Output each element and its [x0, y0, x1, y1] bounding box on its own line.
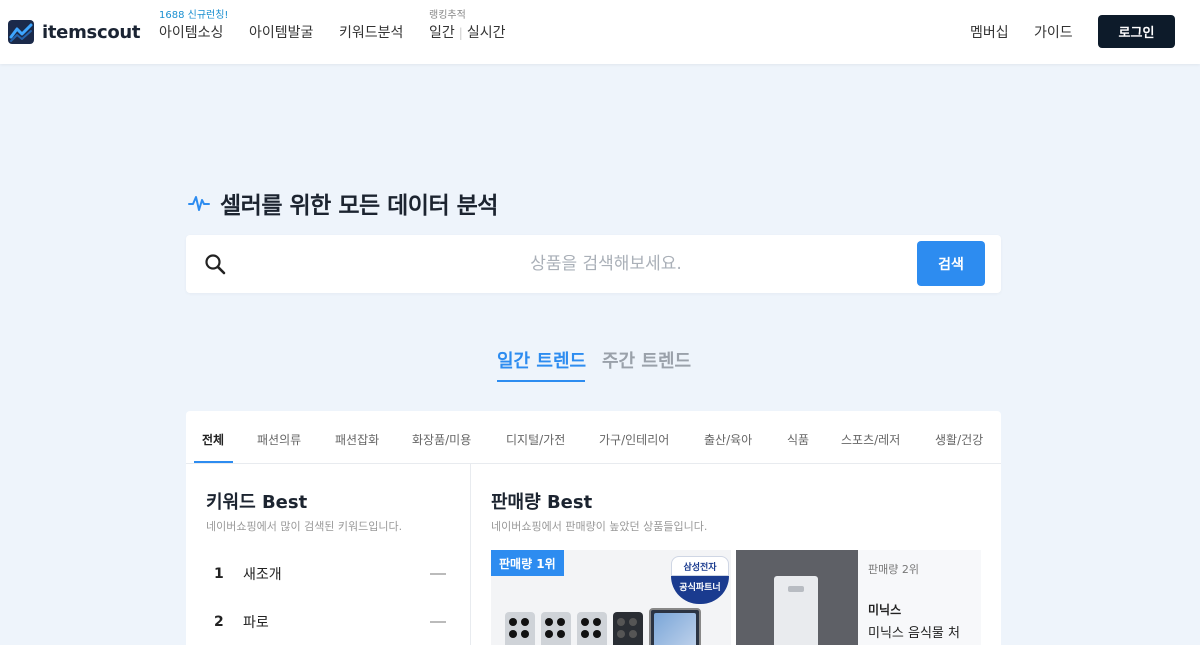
- product-card-rank-2-info[interactable]: 판매량 2위 미닉스 미닉스 음식물 처: [858, 550, 981, 645]
- nav-divider: |: [458, 26, 463, 40]
- nav-item-keyword-analysis[interactable]: 키워드분석: [339, 22, 403, 42]
- rank-unchanged-icon: [430, 621, 446, 623]
- product-name: 미닉스 음식물 처: [868, 626, 960, 641]
- category-tab-beauty[interactable]: 화장품/미용: [412, 431, 471, 448]
- top-header: itemscout 1688 신규런칭! 아이템소싱 아이템발굴 키워드분석 랭…: [0, 0, 1200, 64]
- column-divider: [470, 464, 471, 645]
- keyword-best-title: 키워드 Best: [206, 492, 308, 513]
- trend-panel: 전체 패션의류 패션잡화 화장품/미용 디지털/가전 가구/인테리어 출산/육아…: [186, 411, 1001, 645]
- category-tabs: 전체 패션의류 패션잡화 화장품/미용 디지털/가전 가구/인테리어 출산/육아…: [186, 411, 1001, 464]
- keyword-name: 새조개: [243, 567, 282, 583]
- product-brand: 미닉스: [868, 603, 902, 617]
- sales-best-subtitle: 네이버쇼핑에서 판매량이 높았던 상품들입니다.: [491, 520, 708, 533]
- category-tab-baby[interactable]: 출산/육아: [704, 431, 752, 448]
- pulse-icon: [188, 196, 210, 211]
- nav-item-membership[interactable]: 멤버십: [970, 22, 1009, 42]
- nav-item-ranking-realtime[interactable]: 실시간: [467, 25, 506, 41]
- category-tab-digital[interactable]: 디지털/가전: [506, 431, 565, 448]
- product-card-rank-2-image[interactable]: [736, 550, 858, 645]
- category-tab-furniture[interactable]: 가구/인테리어: [599, 431, 669, 448]
- search-icon: [205, 254, 226, 275]
- nav-item-ranking-daily[interactable]: 일간: [429, 25, 455, 41]
- rank-unchanged-icon: [430, 573, 446, 575]
- product-image: [505, 612, 535, 645]
- category-tab-living[interactable]: 생활/건강: [935, 431, 983, 448]
- category-tab-fashion-goods[interactable]: 패션잡화: [335, 431, 379, 448]
- keyword-row[interactable]: 1 새조개: [206, 559, 446, 589]
- partner-badge: 삼성전자 공식파트너: [671, 556, 729, 606]
- category-tab-indicator: [194, 461, 233, 463]
- keyword-rank: 2: [214, 614, 224, 630]
- partner-badge-bottom: 공식파트너: [671, 576, 729, 604]
- nav-item-sourcing[interactable]: 아이템소싱: [159, 22, 223, 42]
- product-rank-label: 판매량 2위: [868, 563, 919, 576]
- tab-weekly-trend[interactable]: 주간 트렌드: [602, 347, 691, 373]
- keyword-name: 파로: [243, 615, 269, 631]
- product-image: [774, 576, 818, 645]
- ranking-nav: 일간 | 실시간: [429, 22, 505, 42]
- search-button[interactable]: 검색: [917, 241, 985, 286]
- category-tab-food[interactable]: 식품: [787, 431, 809, 448]
- search-input[interactable]: [246, 245, 966, 283]
- keyword-best-subtitle: 네이버쇼핑에서 많이 검색된 키워드입니다.: [206, 520, 403, 533]
- logo[interactable]: itemscout: [8, 19, 141, 45]
- new-launch-badge: 1688 신규런칭!: [159, 10, 229, 21]
- nav-item-discovery[interactable]: 아이템발굴: [249, 22, 313, 42]
- trend-tab-indicator: [497, 380, 585, 382]
- product-image: [541, 612, 571, 645]
- keyword-rank: 1: [214, 566, 224, 582]
- hero-heading: 셀러를 위한 모든 데이터 분석: [188, 186, 498, 220]
- product-image: [613, 612, 643, 645]
- search-bar: 검색: [186, 235, 1001, 293]
- category-tab-sports[interactable]: 스포츠/레저: [841, 431, 900, 448]
- page-title: 셀러를 위한 모든 데이터 분석: [220, 193, 498, 219]
- login-button[interactable]: 로그인: [1098, 15, 1175, 48]
- category-tab-fashion-clothing[interactable]: 패션의류: [257, 431, 301, 448]
- product-card-rank-1[interactable]: 판매량 1위 삼성전자 공식파트너: [491, 550, 731, 645]
- product-image: [577, 612, 607, 645]
- keyword-row[interactable]: 2 파로: [206, 607, 446, 637]
- nav-item-guide[interactable]: 가이드: [1034, 22, 1073, 42]
- category-tab-all[interactable]: 전체: [202, 431, 224, 448]
- ranking-caption: 랭킹추적: [429, 10, 466, 21]
- logo-text: itemscout: [42, 21, 141, 43]
- rank-badge: 판매량 1위: [491, 550, 564, 576]
- tab-daily-trend[interactable]: 일간 트렌드: [497, 347, 586, 373]
- product-image: [649, 608, 701, 645]
- sales-best-title: 판매량 Best: [491, 492, 593, 513]
- partner-badge-top: 삼성전자: [671, 556, 729, 576]
- logo-icon: [8, 20, 34, 44]
